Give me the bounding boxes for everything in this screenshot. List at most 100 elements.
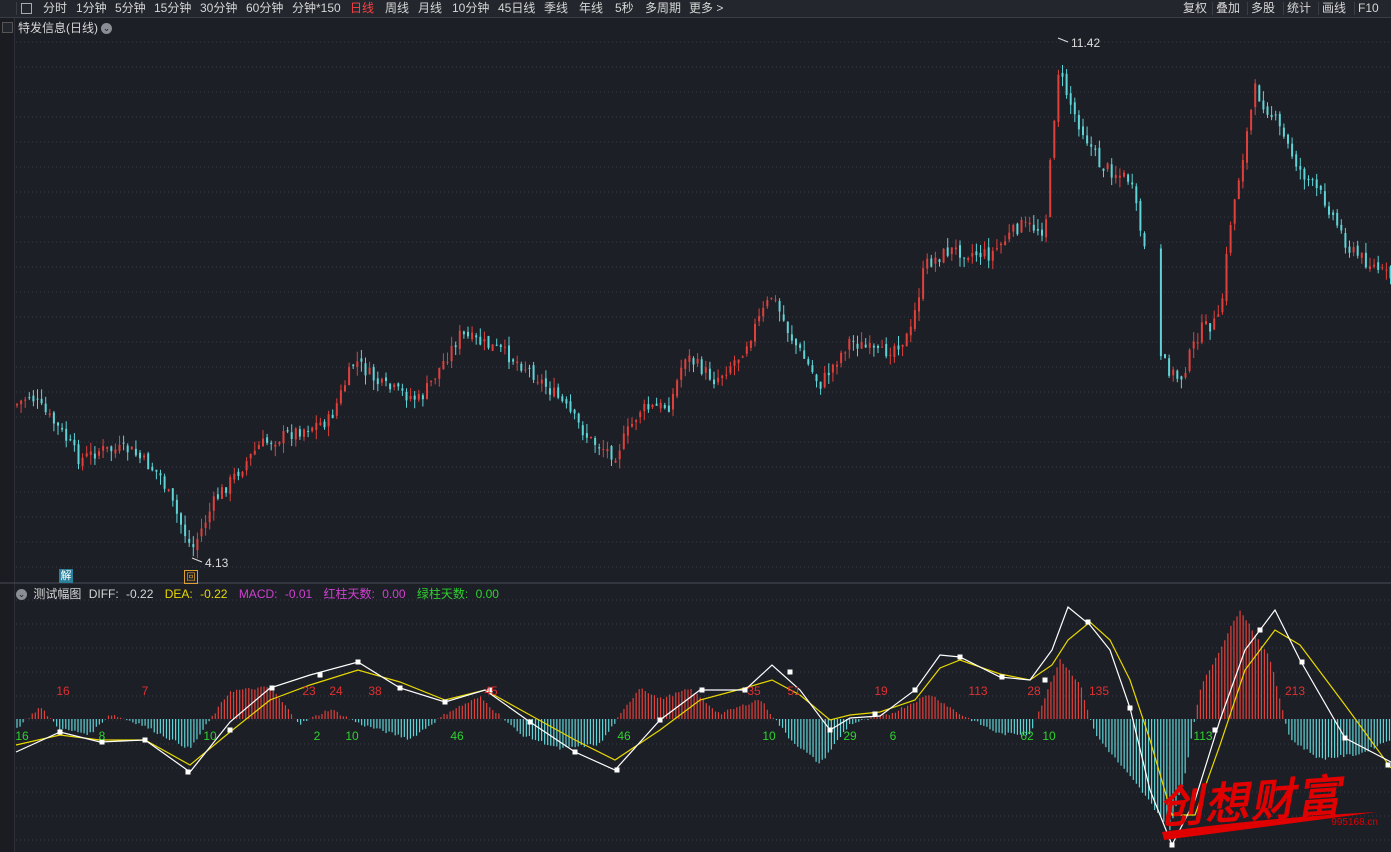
candle-body	[360, 358, 363, 362]
candle-body	[909, 326, 912, 336]
green-count-label: 46	[450, 729, 464, 743]
candle-body	[417, 394, 420, 400]
candle-body	[286, 430, 289, 432]
candle-body	[442, 360, 445, 370]
candle-body	[516, 361, 519, 364]
candle-body	[1213, 318, 1216, 330]
candle-body	[315, 422, 318, 431]
candle-body	[782, 314, 785, 321]
candle-body	[1188, 349, 1191, 372]
red-days-label: 红柱天数: 0.00	[323, 587, 406, 601]
candle-body	[1180, 376, 1183, 380]
candle-body	[1274, 114, 1277, 116]
unlock-badge[interactable]: 解	[59, 569, 73, 583]
candle-body	[114, 449, 117, 454]
candle-body	[102, 446, 105, 451]
candle-body	[795, 339, 797, 346]
candle-body	[852, 340, 855, 342]
candle-body	[987, 247, 990, 261]
candle-body	[1118, 175, 1121, 178]
watermark-text: 创想财富	[1156, 770, 1344, 835]
candle-body	[700, 359, 703, 374]
candle-body	[155, 469, 158, 472]
candle-body	[438, 367, 441, 379]
candle-body	[389, 383, 392, 390]
candle-body	[171, 488, 174, 501]
candle-body	[147, 453, 150, 470]
candle-body	[893, 345, 896, 357]
candle-body	[688, 355, 691, 362]
candle-body	[1086, 135, 1089, 144]
watermark-url: 995168.cn	[1331, 817, 1378, 828]
cross-marker	[317, 672, 323, 678]
candle-body	[1053, 120, 1056, 158]
candle-body	[528, 367, 531, 369]
candle-body	[1287, 134, 1289, 144]
candle-body	[212, 496, 215, 511]
candle-body	[458, 330, 461, 349]
candle-body	[905, 333, 908, 347]
candle-body	[1336, 212, 1339, 226]
candle-body	[639, 412, 642, 418]
cross-marker	[1127, 705, 1133, 711]
candle-body	[811, 365, 814, 373]
red-count-label: 23	[302, 684, 316, 698]
cross-marker	[614, 767, 620, 773]
candle-body	[233, 473, 236, 480]
candle-body	[475, 335, 478, 338]
candle-body	[294, 428, 297, 440]
candle-body	[1344, 233, 1347, 248]
candle-body	[479, 336, 482, 345]
candle-body	[430, 380, 433, 382]
candle-body	[1205, 321, 1207, 325]
candle-body	[725, 374, 728, 376]
candle-body	[741, 356, 744, 358]
candle-body	[1131, 182, 1134, 185]
candle-body	[626, 426, 629, 436]
candle-body	[1106, 163, 1109, 170]
candle-body	[311, 427, 314, 432]
candle-body	[696, 358, 699, 364]
candle-body	[266, 437, 269, 443]
candle-body	[598, 447, 601, 449]
green-count-label: 29	[843, 729, 857, 743]
candle-body	[942, 249, 945, 263]
candle-body	[241, 471, 244, 477]
cross-marker	[1299, 659, 1305, 665]
candle-body	[803, 350, 806, 359]
candle-body	[1114, 175, 1117, 179]
candle-body	[684, 359, 687, 369]
red-count-label: 24	[329, 684, 343, 698]
candle-body	[594, 438, 597, 445]
candle-body	[524, 369, 527, 371]
red-count-label: 28	[1027, 684, 1041, 698]
candle-body	[1061, 72, 1064, 77]
backtest-badge[interactable]: 回	[184, 570, 198, 584]
cross-marker	[1042, 677, 1048, 683]
candle-body	[1254, 83, 1257, 108]
candle-body	[122, 442, 125, 444]
candle-body	[57, 422, 59, 426]
kline-chart[interactable]: 11.42 4.13 16 7 23 24 38 45 35 51 19 113 28 135 213 16 8…	[0, 0, 1391, 852]
red-count-label: 19	[874, 684, 888, 698]
candle-body	[352, 364, 355, 366]
candle-body	[544, 378, 547, 387]
candle-body	[934, 257, 937, 264]
candle-body	[1036, 228, 1039, 231]
candle-body	[536, 382, 539, 384]
candle-body	[659, 402, 662, 409]
candle-body	[577, 413, 580, 423]
green-count-label: 6	[890, 729, 897, 743]
candle-body	[65, 428, 68, 441]
candle-body	[786, 321, 789, 334]
candle-body	[1328, 206, 1330, 215]
candle-body	[208, 511, 211, 523]
candle-body	[790, 334, 793, 341]
indicator-header: ⌄ 测试幅图 DIFF: -0.22 DEA: -0.22 MACD: -0.0…	[16, 585, 507, 602]
candle-body	[590, 437, 592, 439]
candle-body	[926, 258, 929, 269]
chevron-down-icon[interactable]: ⌄	[16, 589, 27, 601]
candle-body	[864, 344, 867, 348]
candle-body	[770, 297, 773, 299]
candle-body	[487, 336, 490, 348]
